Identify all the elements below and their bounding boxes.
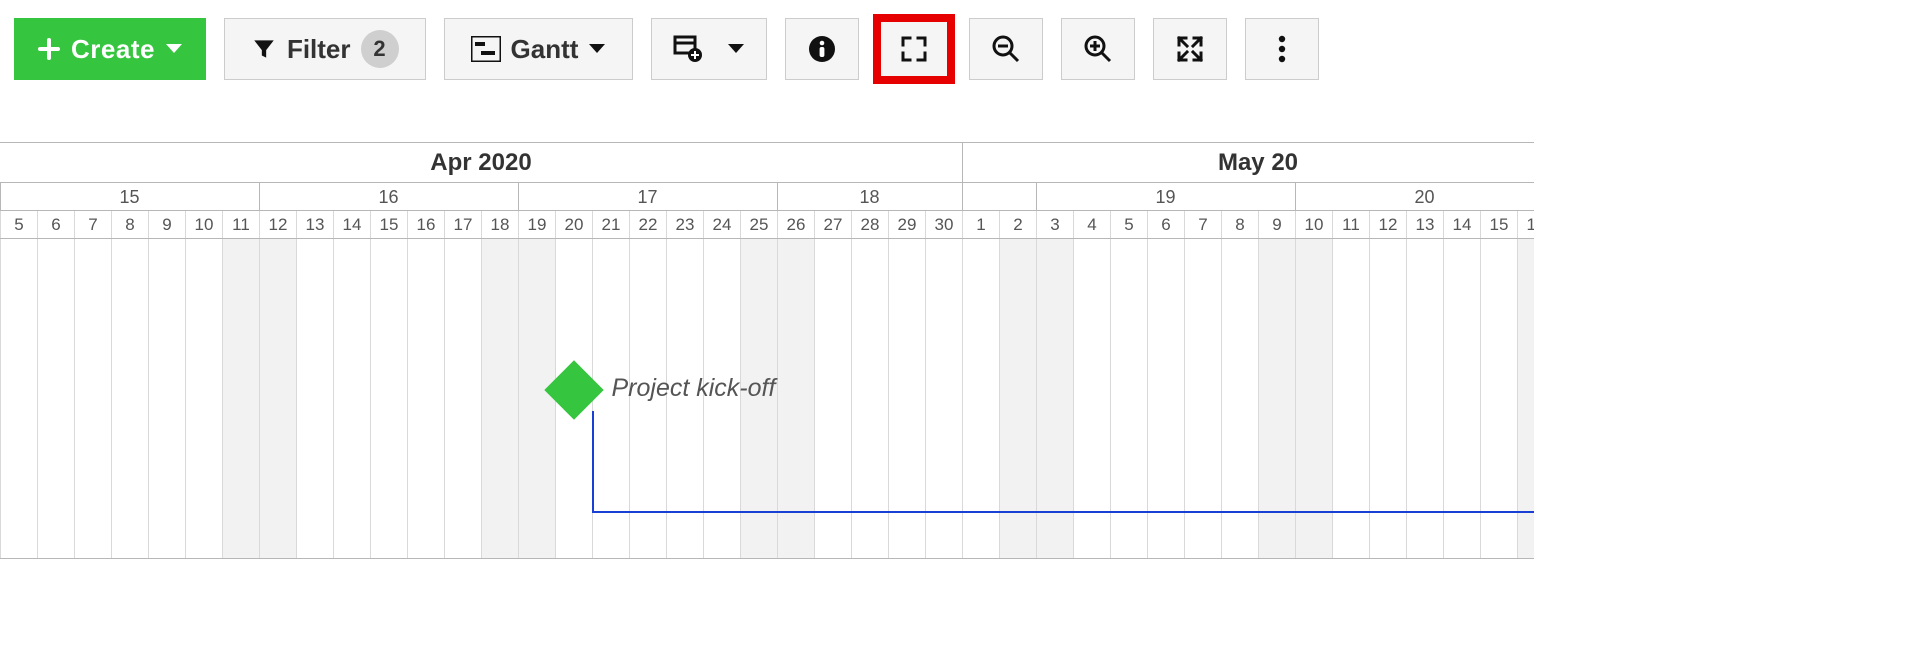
day-label: 27 <box>814 211 851 238</box>
week-label: 17 <box>518 183 777 211</box>
day-label: 5 <box>0 211 37 238</box>
view-selector-button[interactable]: Gantt <box>444 18 634 80</box>
caret-down-icon <box>588 42 606 56</box>
day-label: 13 <box>296 211 333 238</box>
zoom-fit-button[interactable] <box>1153 18 1227 80</box>
day-label: 9 <box>1258 211 1295 238</box>
view-label: Gantt <box>511 34 579 65</box>
timeline-month-row: Apr 2020May 20 <box>0 143 1534 183</box>
filter-icon <box>251 36 277 62</box>
day-label: 19 <box>518 211 555 238</box>
caret-down-icon <box>165 42 183 56</box>
month-label: Apr 2020 <box>0 143 962 183</box>
day-label: 21 <box>592 211 629 238</box>
day-label: 12 <box>1369 211 1406 238</box>
day-label: 5 <box>1110 211 1147 238</box>
day-label: 6 <box>37 211 74 238</box>
day-label: 1 <box>962 211 999 238</box>
day-label: 30 <box>925 211 962 238</box>
day-label: 17 <box>444 211 481 238</box>
week-label: 19 <box>1036 183 1295 211</box>
day-label: 10 <box>185 211 222 238</box>
day-label: 28 <box>851 211 888 238</box>
day-label: 8 <box>1221 211 1258 238</box>
day-label: 4 <box>1073 211 1110 238</box>
zoom-out-icon <box>991 34 1021 64</box>
day-label: 14 <box>1443 211 1480 238</box>
day-label: 7 <box>1184 211 1221 238</box>
day-label: 18 <box>481 211 518 238</box>
day-label: 3 <box>1036 211 1073 238</box>
info-icon <box>807 34 837 64</box>
create-button[interactable]: Create <box>14 18 206 80</box>
day-label: 8 <box>111 211 148 238</box>
week-label: 18 <box>777 183 962 211</box>
gantt-chart[interactable]: Apr 2020May 20 151617181920 567891011121… <box>0 142 1534 559</box>
plus-icon <box>37 37 61 61</box>
week-label: 15 <box>0 183 259 211</box>
zoom-in-icon <box>1083 34 1113 64</box>
day-label: 12 <box>259 211 296 238</box>
day-label: 6 <box>1147 211 1184 238</box>
timeline-week-row: 15161718 1920 <box>0 183 1534 211</box>
timeline-day-row: 5678910111213141516171819202122232425262… <box>0 211 1534 239</box>
gantt-body[interactable]: Project kick-off <box>0 239 1534 558</box>
caret-down-icon <box>727 42 745 56</box>
milestone-label: Project kick-off <box>612 374 776 403</box>
day-label: 23 <box>666 211 703 238</box>
week-label: 16 <box>259 183 518 211</box>
toolbar: Create Filter 2 Gantt <box>0 0 1911 102</box>
info-button[interactable] <box>785 18 859 80</box>
day-label: 11 <box>222 211 259 238</box>
day-label: 14 <box>333 211 370 238</box>
day-label: 29 <box>888 211 925 238</box>
fullscreen-button[interactable] <box>877 18 951 80</box>
filter-count-badge: 2 <box>361 30 399 68</box>
zoom-in-button[interactable] <box>1061 18 1135 80</box>
kebab-icon <box>1277 34 1287 64</box>
day-label: 11 <box>1332 211 1369 238</box>
day-label: 10 <box>1295 211 1332 238</box>
zoom-out-button[interactable] <box>969 18 1043 80</box>
day-label: 9 <box>148 211 185 238</box>
fullscreen-icon <box>899 34 929 64</box>
more-actions-button[interactable] <box>1245 18 1319 80</box>
filter-button[interactable]: Filter 2 <box>224 18 426 80</box>
week-label: 20 <box>1295 183 1534 211</box>
card-add-icon <box>673 35 703 63</box>
month-label: May 20 <box>962 143 1534 183</box>
add-view-dropdown-button[interactable] <box>651 18 767 80</box>
create-label: Create <box>71 34 155 65</box>
day-label: 13 <box>1406 211 1443 238</box>
gantt-icon <box>471 36 501 62</box>
day-label: 24 <box>703 211 740 238</box>
filter-label: Filter <box>287 34 351 65</box>
day-label: 20 <box>555 211 592 238</box>
day-label: 22 <box>629 211 666 238</box>
day-label: 16 <box>1517 211 1534 238</box>
day-label: 26 <box>777 211 814 238</box>
day-label: 25 <box>740 211 777 238</box>
day-label: 15 <box>370 211 407 238</box>
day-label: 2 <box>999 211 1036 238</box>
day-label: 15 <box>1480 211 1517 238</box>
day-label: 16 <box>407 211 444 238</box>
day-label: 7 <box>74 211 111 238</box>
expand-arrows-icon <box>1175 34 1205 64</box>
